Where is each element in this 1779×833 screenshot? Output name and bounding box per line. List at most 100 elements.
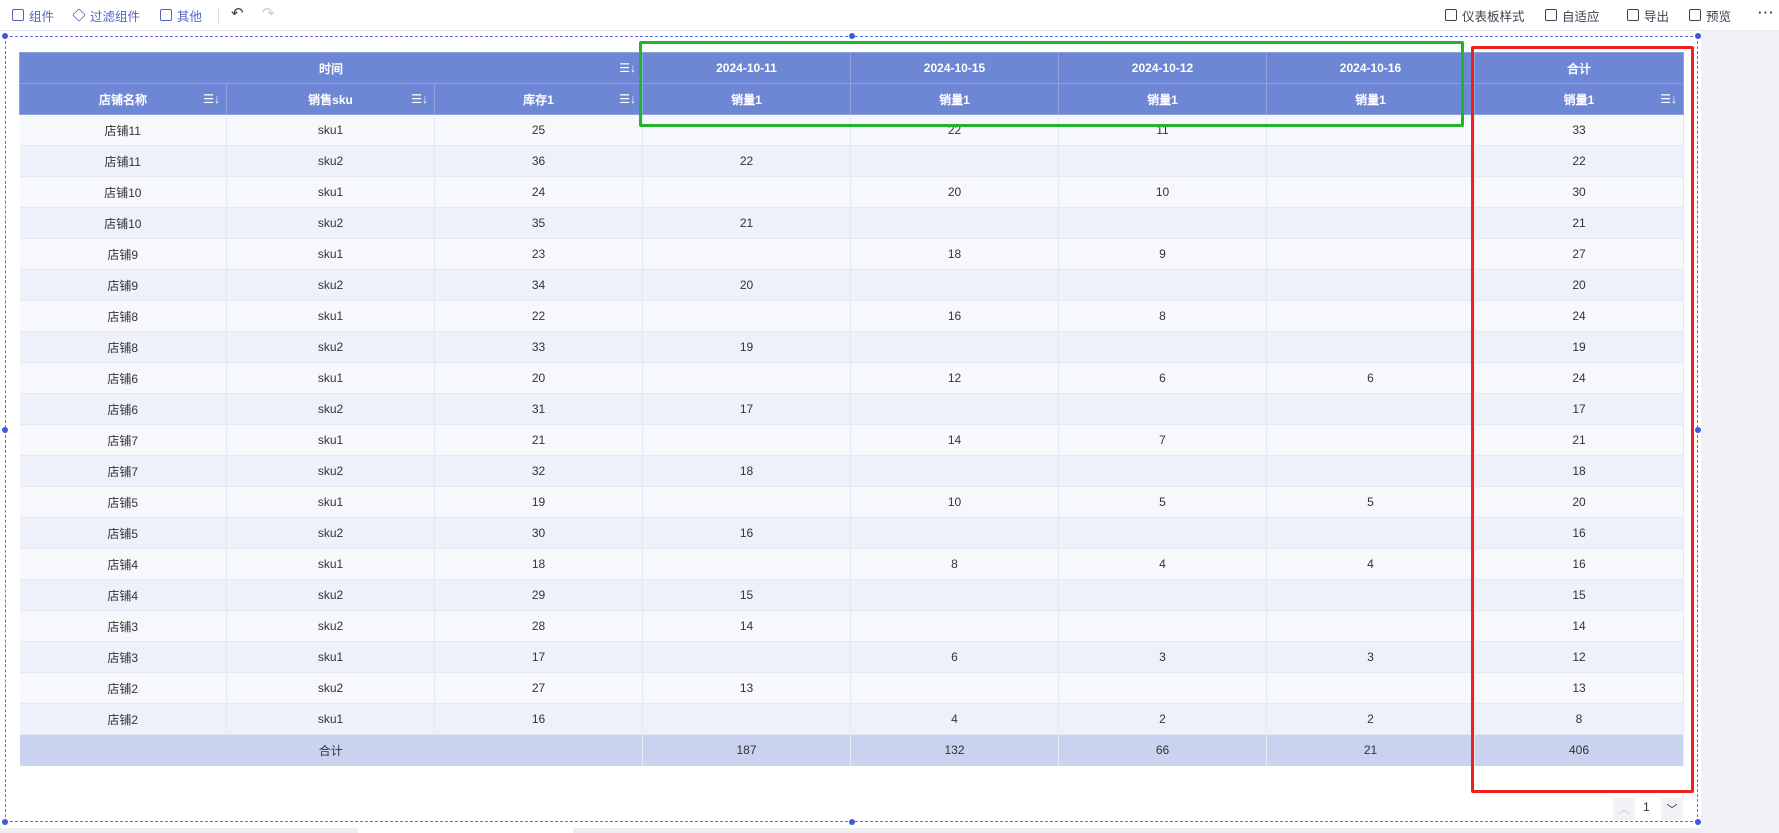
sales-cell — [1058, 207, 1267, 239]
header-store-label: 店铺名称 — [98, 92, 147, 107]
more-icon[interactable]: ⋯ — [1757, 3, 1775, 23]
sales-cell: 19 — [642, 331, 851, 363]
sku-cell: sku1 — [226, 486, 435, 518]
sales-cell: 13 — [642, 672, 851, 704]
table-row: 店铺8 sku1 22 16 8 24 — [19, 300, 1684, 332]
sku-cell: sku2 — [226, 269, 435, 301]
stock-cell: 20 — [434, 362, 643, 394]
store-cell: 店铺6 — [19, 362, 227, 394]
export-icon — [1627, 9, 1639, 21]
sales-cell — [850, 672, 1059, 704]
resize-handle-bl[interactable] — [2, 819, 8, 825]
resize-handle-tr[interactable] — [1695, 33, 1701, 39]
sales-cell: 10 — [1058, 176, 1267, 208]
store-cell: 店铺4 — [19, 579, 227, 611]
sales-cell: 14 — [850, 424, 1059, 456]
table-row: 店铺2 sku1 16 4 2 2 8 — [19, 703, 1684, 735]
store-cell: 店铺9 — [19, 238, 227, 270]
prev-page-icon[interactable]: ︿ — [1613, 798, 1635, 820]
filter-component-button[interactable]: 过滤组件 — [72, 6, 140, 24]
sales-cell: 6 — [1058, 362, 1267, 394]
resize-handle-br[interactable] — [1695, 819, 1701, 825]
sales-cell: 14 — [642, 610, 851, 642]
header-store: 店铺名称 ☰↓ — [19, 83, 227, 115]
sales-cell — [642, 176, 851, 208]
other-button[interactable]: 其他 — [160, 6, 202, 24]
sort-icon[interactable]: ☰↓ — [619, 61, 636, 75]
sales-cell — [850, 517, 1059, 549]
export-button[interactable]: 导出 — [1627, 6, 1669, 24]
stock-cell: 17 — [434, 641, 643, 673]
resize-handle-bottom[interactable] — [849, 819, 855, 825]
sales-cell — [850, 331, 1059, 363]
sku-cell: sku2 — [226, 331, 435, 363]
sales-cell — [1058, 517, 1267, 549]
store-cell: 店铺10 — [19, 176, 227, 208]
sales-cell: 22 — [642, 145, 851, 177]
sales-cell — [850, 393, 1059, 425]
undo-icon[interactable]: ↶ — [231, 4, 244, 22]
sales-cell — [1266, 424, 1475, 456]
sales-cell — [1266, 672, 1475, 704]
sales-cell: 4 — [1058, 548, 1267, 580]
stock-cell: 28 — [434, 610, 643, 642]
sku-cell: sku2 — [226, 579, 435, 611]
table-row: 店铺3 sku1 17 6 3 3 12 — [19, 641, 1684, 673]
table-row: 店铺6 sku2 31 17 17 — [19, 393, 1684, 425]
sales-cell: 21 — [642, 207, 851, 239]
resize-handle-top[interactable] — [849, 33, 855, 39]
sales-cell: 8 — [850, 548, 1059, 580]
table-row: 店铺11 sku2 36 22 22 — [19, 145, 1684, 177]
resize-handle-tl[interactable] — [2, 33, 8, 39]
table-row: 店铺4 sku2 29 15 15 — [19, 579, 1684, 611]
sku-cell: sku1 — [226, 548, 435, 580]
canvas-side-area — [1701, 31, 1779, 833]
sales-cell — [1266, 238, 1475, 270]
table-row: 店铺3 sku2 28 14 14 — [19, 610, 1684, 642]
canvas-bottom-tab[interactable] — [358, 828, 573, 833]
sales-cell — [1266, 331, 1475, 363]
sku-cell: sku2 — [226, 455, 435, 487]
stock-cell: 29 — [434, 579, 643, 611]
next-page-icon[interactable]: ﹀ — [1661, 798, 1683, 820]
sku-cell: sku1 — [226, 176, 435, 208]
sales-cell: 7 — [1058, 424, 1267, 456]
sales-cell — [1266, 455, 1475, 487]
sort-icon[interactable]: ☰↓ — [619, 92, 636, 106]
redo-icon[interactable]: ↷ — [262, 4, 275, 22]
stock-cell: 30 — [434, 517, 643, 549]
dashboard-style-button[interactable]: 仪表板样式 — [1445, 6, 1525, 24]
dashboard-style-icon — [1445, 9, 1457, 21]
sort-icon[interactable]: ☰↓ — [411, 92, 428, 106]
store-cell: 店铺7 — [19, 455, 227, 487]
sales-cell — [1058, 331, 1267, 363]
adaptive-button[interactable]: 自适应 — [1545, 6, 1600, 24]
sales-cell: 16 — [642, 517, 851, 549]
other-label: 其他 — [177, 9, 203, 24]
sales-cell: 8 — [1058, 300, 1267, 332]
component-button[interactable]: 组件 — [12, 6, 54, 24]
sales-cell — [1058, 393, 1267, 425]
sales-cell: 10 — [850, 486, 1059, 518]
sales-cell — [850, 610, 1059, 642]
store-cell: 店铺5 — [19, 517, 227, 549]
sales-cell — [1058, 145, 1267, 177]
stock-cell: 23 — [434, 238, 643, 270]
preview-label: 预览 — [1706, 9, 1732, 24]
sort-icon[interactable]: ☰↓ — [203, 92, 220, 106]
resize-handle-left[interactable] — [2, 427, 8, 433]
component-label: 组件 — [29, 9, 55, 24]
table-row: 店铺2 sku2 27 13 13 — [19, 672, 1684, 704]
pivot-table: 时间 ☰↓ 2024-10-11 2024-10-15 2024-10-12 2… — [19, 52, 1684, 766]
preview-icon — [1689, 9, 1701, 21]
sales-cell — [642, 362, 851, 394]
sales-cell — [850, 455, 1059, 487]
sales-cell: 17 — [642, 393, 851, 425]
preview-button[interactable]: 预览 — [1689, 6, 1731, 24]
resize-handle-right[interactable] — [1695, 427, 1701, 433]
sales-cell — [1266, 300, 1475, 332]
sku-cell: sku2 — [226, 145, 435, 177]
sales-cell — [642, 300, 851, 332]
sales-cell — [642, 548, 851, 580]
total-cell: 132 — [850, 734, 1059, 766]
